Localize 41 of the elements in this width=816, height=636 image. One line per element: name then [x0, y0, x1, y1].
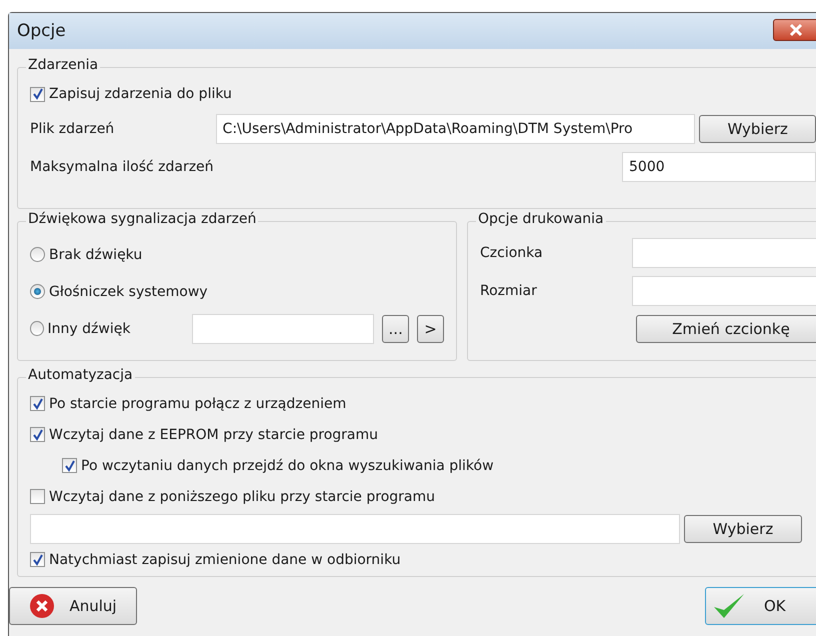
radio-label: Brak dźwięku [49, 246, 144, 262]
field-label: Plik zdarzeń [30, 121, 116, 137]
close-button[interactable] [773, 19, 816, 41]
browse-button[interactable]: Wybierz [684, 515, 802, 543]
group-title: Dźwiękowa sygnalizacja zdarzeń [26, 211, 258, 227]
radio-button[interactable] [30, 284, 45, 299]
browse-button[interactable]: Wybierz [699, 115, 816, 143]
group-title: Automatyzacja [26, 367, 135, 383]
checkbox-label: Po starcie programu połącz z urządzeniem [49, 396, 346, 412]
checkbox-label: Wczytaj dane z poniższego pliku przy starcie programu [49, 488, 435, 504]
checkbox-label: Wczytaj dane z EEPROM przy starcie programu [49, 426, 378, 442]
play-button[interactable]: > [417, 314, 444, 342]
window-title: Opcje [17, 21, 66, 41]
group-title: Opcje drukowania [476, 211, 606, 227]
field-label: Czcionka [480, 245, 544, 261]
checkbox[interactable] [30, 552, 45, 567]
checkbox[interactable] [30, 427, 45, 442]
checkbox-label: Natychmiast zapisuj zmienione dane w odbiorniku [49, 552, 401, 568]
radio-label: Inny dźwięk [48, 320, 132, 336]
font-field[interactable] [632, 238, 816, 268]
file-path-field[interactable]: C:\Users\Administrator\AppData\Roaming\DTM System\Pro [216, 114, 696, 144]
radio-button[interactable] [30, 321, 44, 336]
file-path-field[interactable] [30, 514, 680, 544]
field-label: Rozmiar [480, 283, 538, 299]
browse-button[interactable]: ... [382, 314, 410, 342]
radio-button[interactable] [30, 247, 45, 262]
cancel-button[interactable]: Anuluj [9, 587, 137, 625]
sound-file-field[interactable] [192, 314, 374, 344]
error-icon [29, 593, 56, 619]
change-font-button[interactable]: Zmień czcionkę [636, 315, 816, 343]
ok-button[interactable]: OK [705, 587, 816, 625]
radio-label: Głośniczek systemowy [49, 284, 208, 300]
checkbox[interactable] [62, 458, 77, 473]
max-events-field[interactable]: 5000 [622, 152, 816, 182]
field-label: Maksymalna ilość zdarzeń [30, 159, 215, 175]
checkbox-label: Zapisuj zdarzenia do pliku [49, 86, 232, 102]
checkbox[interactable] [30, 86, 45, 102]
checkbox[interactable] [30, 489, 45, 504]
checkbox-label: Po wczytaniu danych przejdź do okna wyszukiwania plików [81, 458, 494, 474]
size-field[interactable] [632, 276, 816, 306]
checkbox[interactable] [30, 396, 45, 411]
